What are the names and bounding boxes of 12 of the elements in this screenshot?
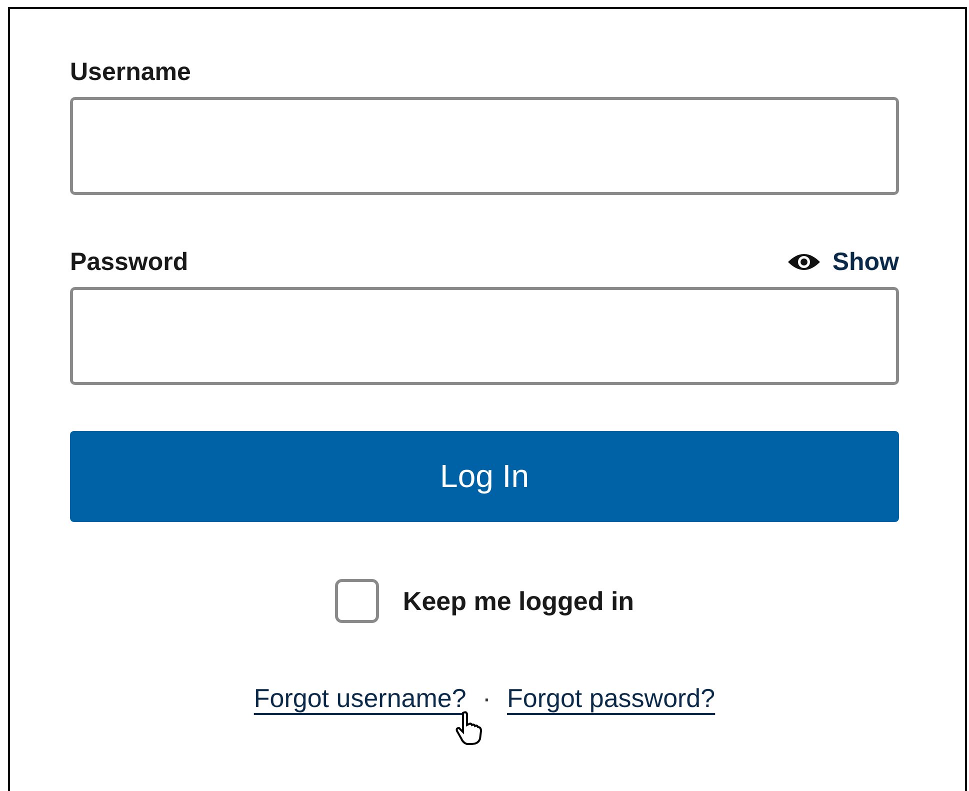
show-password-button[interactable]: Show [786,248,899,276]
forgot-link[interactable]: Forgot password? [507,683,716,714]
field-label: Username [70,58,191,86]
checkbox-label: Keep me logged in [402,586,634,616]
field-label: Password [70,248,188,276]
login-button[interactable]: Log In [70,431,899,522]
checkbox[interactable] [334,579,379,623]
input-field[interactable] [70,97,899,195]
hand-cursor-icon [455,711,485,745]
input-field[interactable] [70,287,899,385]
forgot-link[interactable]: Forgot username? [254,683,466,714]
separator-dot: · [482,683,491,714]
